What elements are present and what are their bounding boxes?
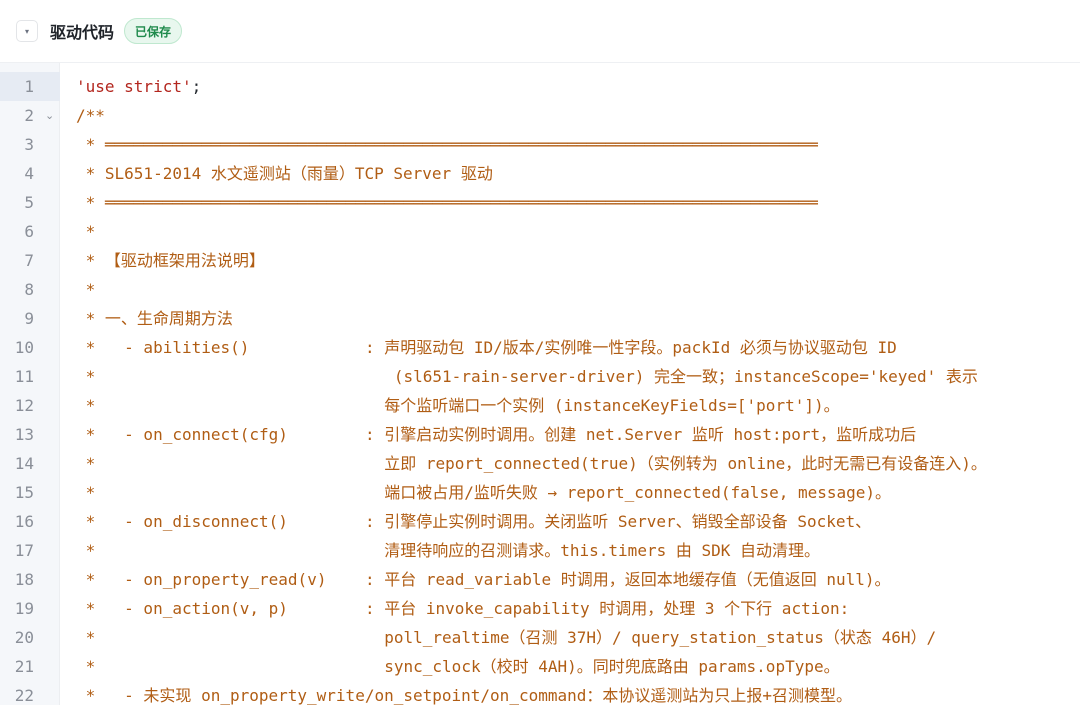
code-editor[interactable]: 1'use strict'; 2 ⌄/** 3 * ═════════════════… (0, 63, 1080, 705)
line-number: 11 (14, 367, 34, 386)
code-line[interactable]: 17 * 清理待响应的召测请求。this.timers 由 SDK 自动清理。 (0, 536, 1080, 565)
code-line[interactable]: 18 * - on_property_read(v) : 平台 read_var… (0, 565, 1080, 594)
line-number-cell: 12 (0, 391, 60, 420)
code-text: * (76, 222, 96, 241)
line-number: 19 (14, 599, 34, 618)
line-number: 4 (24, 164, 34, 183)
fold-chevron-icon[interactable]: ⌄ (45, 101, 54, 130)
line-number: 12 (14, 396, 34, 415)
line-number: 6 (24, 222, 34, 241)
code-text: * 【驱动框架用法说明】 (76, 251, 265, 270)
line-number: 8 (24, 280, 34, 299)
line-number: 7 (24, 251, 34, 270)
status-badge: 已保存 (124, 18, 183, 44)
code-line[interactable]: 4 * SL651-2014 水文遥测站（雨量）TCP Server 驱动 (0, 159, 1080, 188)
code-text: * - abilities() : 声明驱动包 ID/版本/实例唯一性字段。pa… (76, 338, 897, 357)
line-number-cell: 17 (0, 536, 60, 565)
code-line[interactable]: 3 * ════════════════════════════════════… (0, 130, 1080, 159)
line-number: 9 (24, 309, 34, 328)
line-number-cell: 6 (0, 217, 60, 246)
line-number-cell: 10 (0, 333, 60, 362)
line-number-cell: 21 (0, 652, 60, 681)
code-line[interactable]: 2 ⌄/** (0, 101, 1080, 130)
code-text: /** (76, 106, 105, 125)
line-number-cell: 14 (0, 449, 60, 478)
line-number: 22 (14, 686, 34, 705)
code-text: * ══════════════════════════════════════… (76, 193, 818, 212)
line-number: 13 (14, 425, 34, 444)
line-number-cell: 20 (0, 623, 60, 652)
code-line[interactable]: 22 * - 未实现 on_property_write/on_setpoint… (0, 681, 1080, 705)
code-line[interactable]: 1 'use strict'; (0, 72, 1080, 101)
code-text: * 立即 report_connected(true)（实例转为 online，… (76, 454, 987, 473)
code-line[interactable]: 9 * 一、生命周期方法 (0, 304, 1080, 333)
chevron-down-icon: ▾ (24, 27, 29, 36)
line-number: 18 (14, 570, 34, 589)
code-line[interactable]: 19 * - on_action(v, p) : 平台 invoke_capab… (0, 594, 1080, 623)
line-number-cell: 22 (0, 681, 60, 705)
line-number: 10 (14, 338, 34, 357)
line-number: 20 (14, 628, 34, 647)
line-number: 3 (24, 135, 34, 154)
code-text: * 每个监听端口一个实例 (instanceKeyFields=['port']… (76, 396, 840, 415)
line-number: 14 (14, 454, 34, 473)
code-text: * 一、生命周期方法 (76, 309, 233, 328)
line-number-cell: 11 (0, 362, 60, 391)
code-line[interactable]: 5 * ════════════════════════════════════… (0, 188, 1080, 217)
code-line[interactable]: 8 * (0, 275, 1080, 304)
code-line[interactable]: 20 * poll_realtime（召测 37H）/ query_statio… (0, 623, 1080, 652)
line-number-cell: 19 (0, 594, 60, 623)
code-line[interactable]: 15 * 端口被占用/监听失败 → report_connected(false… (0, 478, 1080, 507)
line-number-cell: 2 ⌄ (0, 101, 60, 130)
code-text: * - on_property_read(v) : 平台 read_variab… (76, 570, 891, 589)
code-line[interactable]: 21 * sync_clock（校时 4AH)。同时兜底路由 params.op… (0, 652, 1080, 681)
code-text: * (76, 280, 96, 299)
line-number-cell: 5 (0, 188, 60, 217)
code-text: * poll_realtime（召测 37H）/ query_station_s… (76, 628, 937, 647)
line-number: 21 (14, 657, 34, 676)
line-number-cell: 7 (0, 246, 60, 275)
code-line[interactable]: 13 * - on_connect(cfg) : 引擎启动实例时调用。创建 ne… (0, 420, 1080, 449)
collapse-toggle-button[interactable]: ▾ (16, 20, 38, 42)
line-number-cell: 15 (0, 478, 60, 507)
line-number: 16 (14, 512, 34, 531)
code-text: 'use strict'; (76, 72, 201, 101)
semicolon: ; (191, 77, 202, 96)
code-line[interactable]: 7 * 【驱动框架用法说明】 (0, 246, 1080, 275)
string-literal: 'use strict' (76, 77, 192, 96)
code-text: * 清理待响应的召测请求。this.timers 由 SDK 自动清理。 (76, 541, 821, 560)
line-number: 15 (14, 483, 34, 502)
page-title: 驱动代码 (50, 23, 115, 42)
line-number-cell: 8 (0, 275, 60, 304)
line-number-cell: 13 (0, 420, 60, 449)
line-number-cell: 16 (0, 507, 60, 536)
line-number-cell: 9 (0, 304, 60, 333)
code-line[interactable]: 12 * 每个监听端口一个实例 (instanceKeyFields=['por… (0, 391, 1080, 420)
code-line[interactable]: 6 * (0, 217, 1080, 246)
line-number-cell: 4 (0, 159, 60, 188)
header-bar: ▾ 驱动代码 已保存 (0, 0, 1080, 62)
code-text: * - 未实现 on_property_write/on_setpoint/on… (76, 686, 853, 705)
code-line[interactable]: 11 * (sl651-rain-server-driver) 完全一致；ins… (0, 362, 1080, 391)
line-number: 17 (14, 541, 34, 560)
code-line[interactable]: 14 * 立即 report_connected(true)（实例转为 onli… (0, 449, 1080, 478)
line-number-cell: 3 (0, 130, 60, 159)
code-text: * - on_action(v, p) : 平台 invoke_capabili… (76, 599, 850, 618)
line-number-cell: 18 (0, 565, 60, 594)
code-text: * ══════════════════════════════════════… (76, 135, 818, 154)
code-line[interactable]: 10 * - abilities() : 声明驱动包 ID/版本/实例唯一性字段… (0, 333, 1080, 362)
code-text: * - on_disconnect() : 引擎停止实例时调用。关闭监听 Ser… (76, 512, 872, 531)
line-number: 5 (24, 193, 34, 212)
code-line[interactable]: 16 * - on_disconnect() : 引擎停止实例时调用。关闭监听 … (0, 507, 1080, 536)
line-number: 2 (24, 106, 34, 125)
line-number-cell: 1 (0, 72, 60, 101)
code-text: * SL651-2014 水文遥测站（雨量）TCP Server 驱动 (76, 164, 493, 183)
code-text: * 端口被占用/监听失败 → report_connected(false, m… (76, 483, 892, 502)
code-text: * - on_connect(cfg) : 引擎启动实例时调用。创建 net.S… (76, 425, 917, 444)
line-number: 1 (24, 77, 34, 96)
code-text: * (sl651-rain-server-driver) 完全一致；instan… (76, 367, 978, 386)
code-text: * sync_clock（校时 4AH)。同时兜底路由 params.opTyp… (76, 657, 840, 676)
